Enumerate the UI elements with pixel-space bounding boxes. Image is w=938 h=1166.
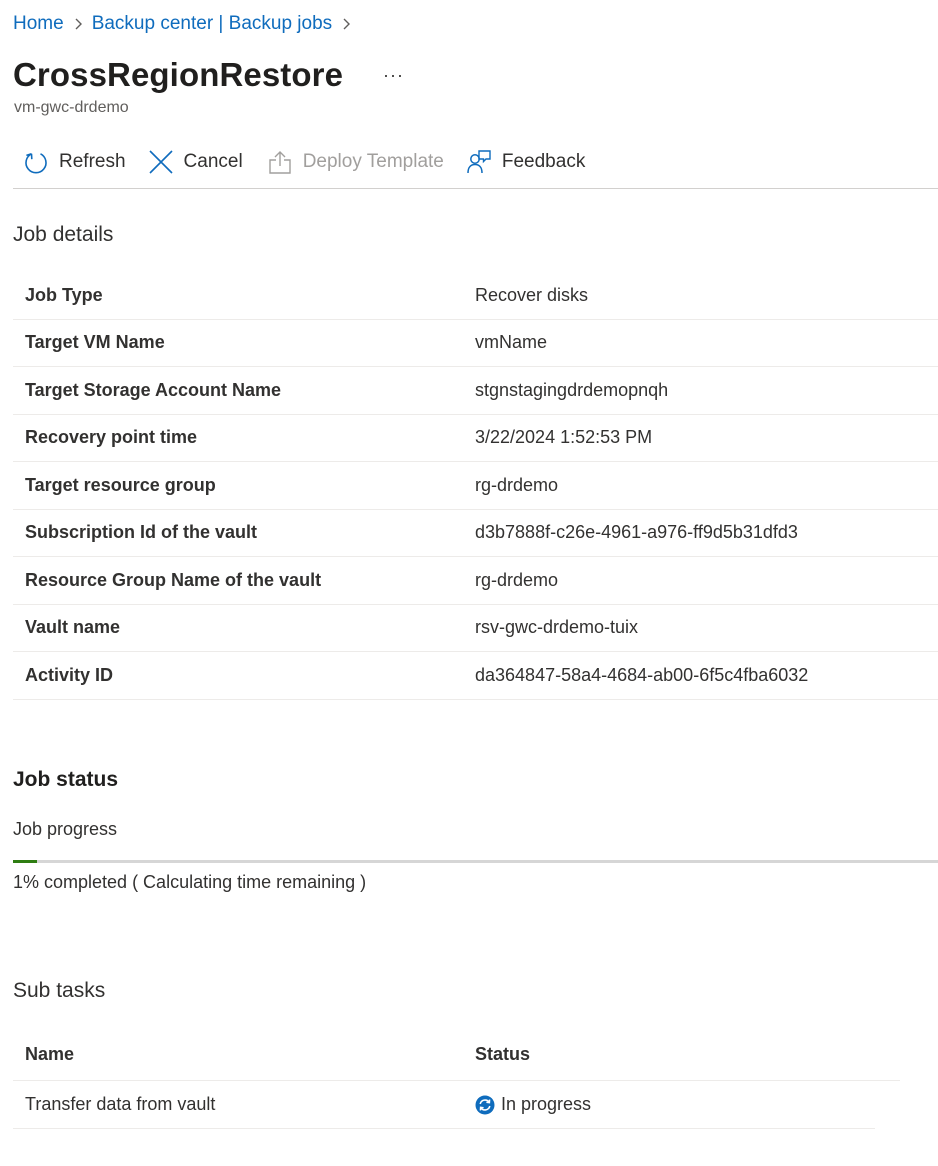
upload-icon — [267, 149, 293, 175]
detail-value: da364847-58a4-4684-ab00-6f5c4fba6032 — [475, 664, 809, 685]
sub-tasks-table: Name Status Transfer data from vault In … — [13, 1029, 900, 1129]
detail-row: Target VM Name vmName — [13, 320, 938, 367]
detail-row: Target Storage Account Name stgnstagingd… — [13, 367, 938, 415]
detail-label: Subscription Id of the vault — [25, 522, 258, 543]
cancel-label: Cancel — [183, 151, 243, 172]
detail-value: d3b7888f-c26e-4961-a976-ff9d5b31dfd3 — [475, 522, 798, 543]
feedback-icon — [466, 149, 492, 175]
chevron-right-icon — [332, 17, 360, 31]
breadcrumb-home-link[interactable]: Home — [13, 13, 64, 35]
detail-value: rg-drdemo — [475, 474, 559, 495]
breadcrumb: Home Backup center | Backup jobs — [13, 11, 360, 37]
column-header-name[interactable]: Name — [13, 1044, 475, 1065]
detail-label: Resource Group Name of the vault — [25, 569, 322, 590]
title-row: CrossRegionRestore ··· — [13, 52, 408, 98]
sync-icon — [475, 1095, 495, 1115]
detail-row: Subscription Id of the vault d3b7888f-c2… — [13, 510, 938, 557]
chevron-right-icon — [64, 17, 92, 31]
refresh-icon — [23, 149, 49, 175]
close-icon — [148, 149, 174, 175]
deploy-template-button[interactable]: Deploy Template — [267, 142, 444, 182]
job-progress-fill — [13, 860, 38, 863]
detail-value: stgnstagingdrdemopnqh — [475, 379, 669, 400]
detail-value: Recover disks — [475, 284, 589, 305]
detail-value: 3/22/2024 1:52:53 PM — [475, 427, 653, 448]
column-header-status[interactable]: Status — [475, 1044, 530, 1065]
refresh-label: Refresh — [59, 151, 126, 172]
table-row[interactable]: Transfer data from vault In progress — [13, 1081, 875, 1129]
detail-row: Recovery point time 3/22/2024 1:52:53 PM — [13, 415, 938, 462]
detail-label: Activity ID — [25, 664, 114, 685]
refresh-button[interactable]: Refresh — [23, 142, 126, 182]
detail-value: vmName — [475, 332, 548, 353]
job-progress-text: 1% completed ( Calculating time remainin… — [13, 872, 367, 892]
detail-label: Target VM Name — [25, 332, 165, 353]
detail-label: Recovery point time — [25, 427, 198, 448]
detail-row: Vault name rsv-gwc-drdemo-tuix — [13, 605, 938, 652]
job-progress-label: Job progress — [13, 819, 118, 839]
command-bar: Refresh Cancel Deploy Template Feedback — [13, 142, 938, 189]
detail-label: Target resource group — [25, 474, 216, 495]
more-actions-button[interactable]: ··· — [379, 65, 408, 86]
subtask-status: In progress — [475, 1094, 591, 1115]
detail-label: Vault name — [25, 617, 121, 638]
page-title: CrossRegionRestore — [13, 56, 344, 93]
detail-value: rg-drdemo — [475, 569, 559, 590]
breadcrumb-backup-jobs-link[interactable]: Backup center | Backup jobs — [92, 13, 332, 35]
cancel-button[interactable]: Cancel — [148, 142, 243, 182]
deploy-template-label: Deploy Template — [302, 151, 444, 172]
job-progress-bar — [13, 860, 938, 863]
sub-tasks-heading: Sub tasks — [13, 979, 106, 1002]
job-details-table: Job Type Recover disks Target VM Name vm… — [13, 272, 938, 700]
detail-row: Target resource group rg-drdemo — [13, 462, 938, 510]
detail-row: Resource Group Name of the vault rg-drde… — [13, 557, 938, 605]
detail-row: Activity ID da364847-58a4-4684-ab00-6f5c… — [13, 652, 938, 700]
detail-label: Target Storage Account Name — [25, 379, 282, 400]
detail-value: rsv-gwc-drdemo-tuix — [475, 617, 639, 638]
feedback-button[interactable]: Feedback — [466, 142, 585, 182]
page-subtitle: vm-gwc-drdemo — [14, 99, 129, 116]
job-details-heading: Job details — [13, 223, 114, 246]
job-status-heading: Job status — [13, 768, 119, 791]
sub-tasks-header-row: Name Status — [13, 1029, 900, 1081]
feedback-label: Feedback — [501, 151, 586, 172]
subtask-name: Transfer data from vault — [25, 1094, 216, 1114]
detail-label: Job Type — [25, 284, 103, 305]
subtask-status-label: In progress — [501, 1094, 592, 1114]
detail-row: Job Type Recover disks — [13, 272, 938, 320]
